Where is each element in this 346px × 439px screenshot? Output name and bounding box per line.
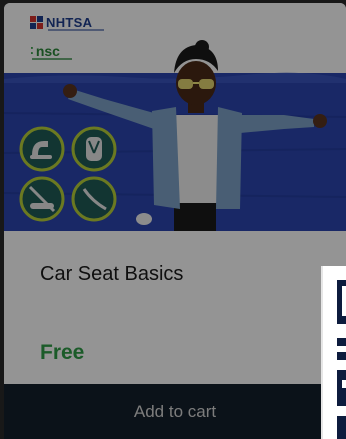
nhtsa-logo-text: NHTSA xyxy=(46,14,93,30)
booster-seat-icon xyxy=(19,176,65,222)
seat-belt-icon xyxy=(71,176,117,222)
rear-facing-seat-icon xyxy=(19,126,65,172)
product-price: Free xyxy=(40,341,85,364)
product-image[interactable]: NHTSA ⁚ nsc xyxy=(4,3,346,231)
nhtsa-logo: NHTSA xyxy=(30,13,104,31)
harness-seat-icon xyxy=(71,126,117,172)
product-title[interactable]: Car Seat Basics xyxy=(40,263,183,286)
qr-code-panel xyxy=(321,266,346,439)
nsc-logo-text: nsc xyxy=(35,43,60,59)
car-seat-icon-group xyxy=(19,126,117,222)
product-card[interactable]: NHTSA ⁚ nsc Car Seat Basics Free Add to … xyxy=(4,3,346,439)
add-to-cart-button[interactable]: Add to cart xyxy=(4,384,346,439)
nsc-logo: ⁚ nsc xyxy=(30,43,72,60)
